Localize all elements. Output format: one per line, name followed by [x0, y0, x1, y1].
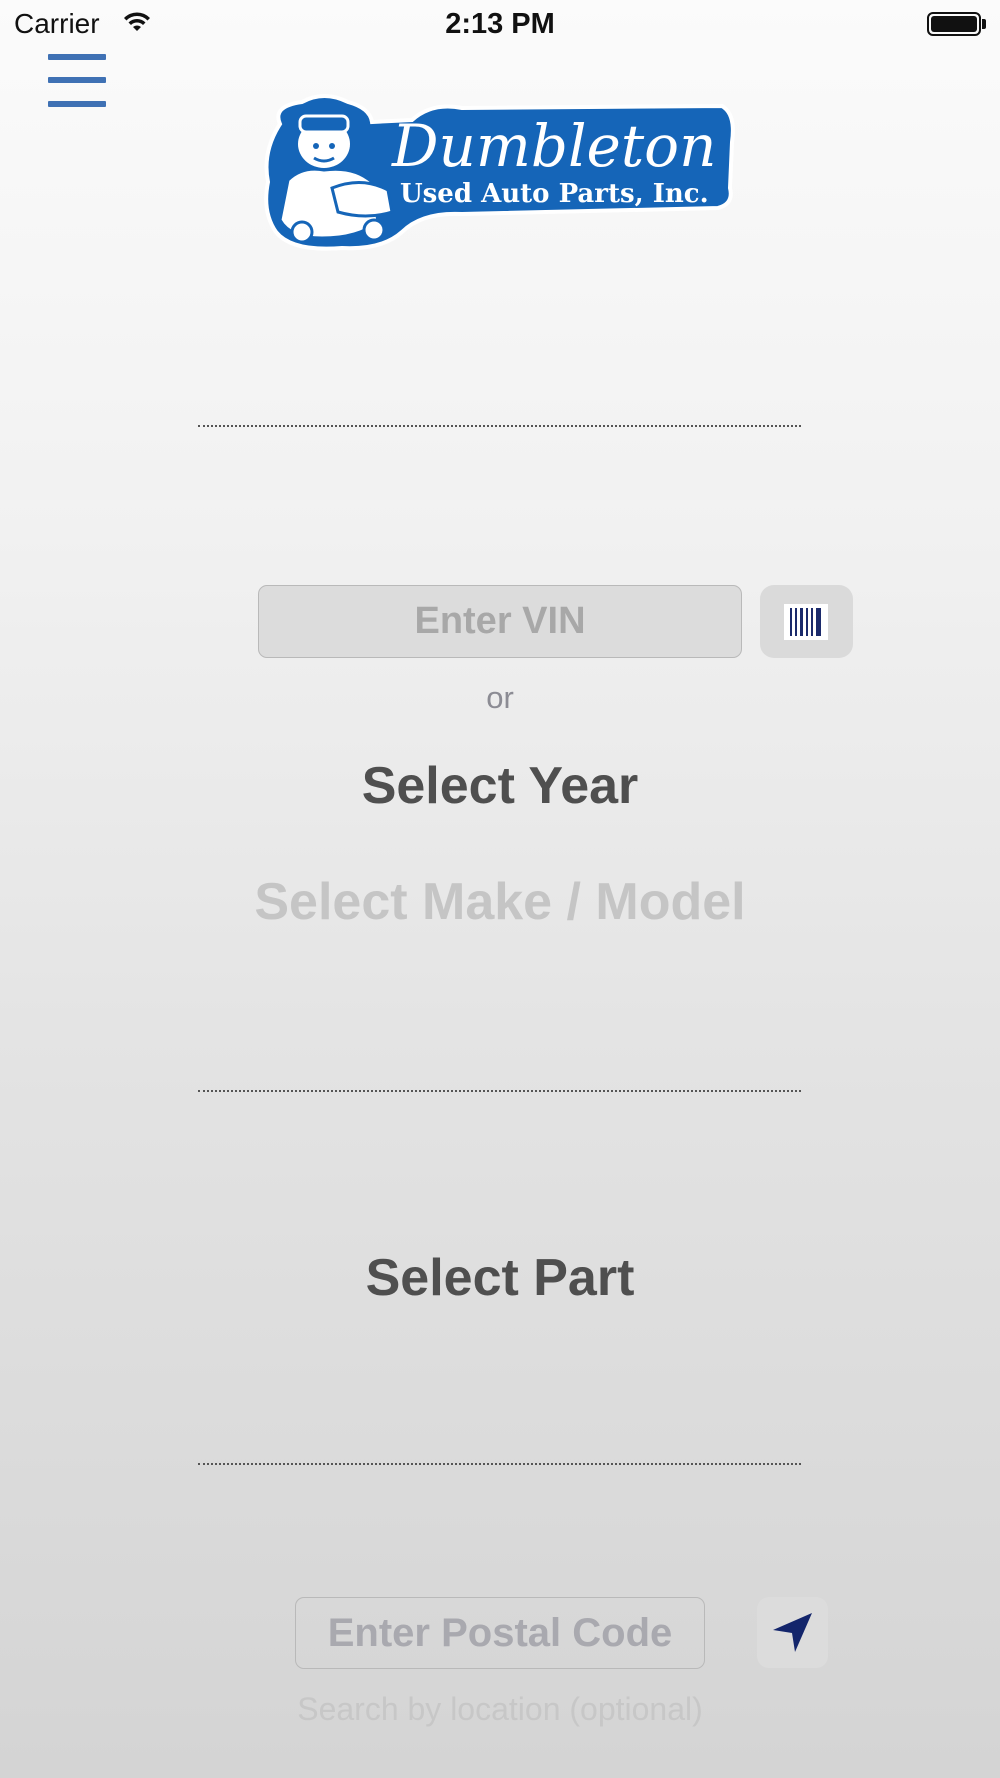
location-arrow-icon	[773, 1613, 812, 1652]
status-bar: Carrier 2:13 PM	[0, 0, 1000, 50]
battery-tip	[982, 19, 986, 29]
logo-tagline: Used Auto Parts, Inc.	[400, 179, 709, 209]
divider-bottom	[198, 1463, 801, 1465]
select-make-model-button[interactable]: Select Make / Model	[0, 872, 1000, 932]
postal-code-input[interactable]	[295, 1597, 705, 1669]
location-hint: Search by location (optional)	[297, 1691, 703, 1727]
dumbleton-logo: Dumbleton Used Auto Parts, Inc.	[264, 94, 735, 251]
barcode-scan-button[interactable]	[760, 585, 853, 658]
select-year-button[interactable]: Select Year	[0, 756, 1000, 816]
divider-top	[198, 425, 801, 427]
barcode-scan-icon	[784, 604, 828, 640]
clock: 2:13 PM	[445, 8, 555, 40]
vin-input[interactable]	[258, 585, 742, 658]
logo-brand-name: Dumbleton	[391, 112, 716, 180]
battery-icon	[927, 12, 981, 36]
or-label: or	[486, 680, 514, 715]
hamburger-menu-icon[interactable]	[48, 52, 106, 112]
divider-middle	[198, 1090, 801, 1092]
select-part-button[interactable]: Select Part	[0, 1248, 1000, 1308]
current-location-button[interactable]	[757, 1597, 828, 1668]
